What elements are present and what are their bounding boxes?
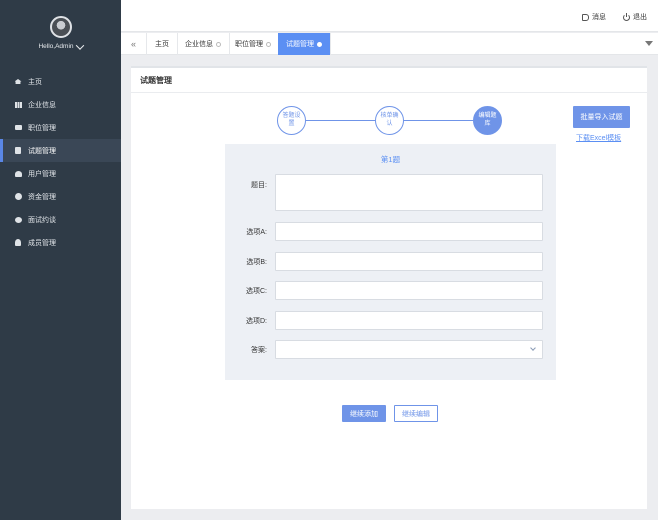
sidebar-item-label: 主页 [28, 78, 42, 86]
power-icon [623, 12, 630, 21]
sidebar-menu: 主页 企业信息 职位管理 试题管理 用户管理 资金管理 面试约谈 成员管理 [0, 70, 121, 254]
tab-label: 试题管理 [286, 41, 314, 48]
avatar[interactable] [49, 16, 72, 38]
continue-add-button[interactable]: 继续添加 [342, 405, 386, 422]
close-icon[interactable] [216, 41, 221, 47]
user-profile: Hello,Admin [0, 0, 121, 70]
logout-label: 退出 [633, 14, 647, 21]
option-a-label: 选项A: [246, 229, 267, 236]
briefcase-icon [14, 124, 22, 132]
stepper-connector [404, 120, 475, 121]
continue-edit-button[interactable]: 继续编辑 [394, 405, 438, 422]
username: Hello,Admin [38, 43, 74, 50]
home-icon [14, 78, 22, 86]
sidebar-item-company-info[interactable]: 企业信息 [0, 93, 121, 116]
logout-button[interactable]: 退出 [623, 12, 647, 22]
tab-questions[interactable]: 试题管理 [278, 33, 331, 55]
step-answer-settings[interactable]: 答题设置 [277, 106, 306, 135]
person-icon [14, 239, 22, 247]
option-a-input[interactable] [275, 222, 543, 241]
sidebar-item-label: 面试约谈 [28, 216, 56, 224]
tab-label: 企业信息 [185, 41, 213, 48]
tabs-dropdown-icon[interactable] [645, 41, 653, 46]
step-edit-bank[interactable]: 编辑题库 [473, 106, 502, 135]
download-template-link[interactable]: 下载Excel模板 [576, 133, 621, 143]
stem-label: 题目: [251, 182, 267, 189]
sidebar-item-label: 成员管理 [28, 239, 56, 247]
top-bar: 消息 退出 [121, 0, 658, 32]
main-panel: 试题管理 答题设置 核单确认 编辑题库 批量导入试题 下载Excel模板 第1题… [131, 66, 647, 509]
chevron-down-icon [530, 345, 536, 351]
sidebar-item-interviews[interactable]: 面试约谈 [0, 208, 121, 231]
question-form: 第1题 题目: 选项A: 选项B: 选项C: 选项D: 答案: [225, 144, 556, 380]
document-icon [14, 147, 22, 155]
bulk-import-button[interactable]: 批量导入试题 [573, 106, 630, 128]
user-menu[interactable]: Hello,Admin [38, 40, 84, 50]
answer-select[interactable] [275, 340, 543, 359]
stepper-connector [306, 120, 377, 121]
close-icon[interactable] [317, 41, 322, 47]
option-d-input[interactable] [275, 311, 543, 330]
question-number: 第1题 [380, 155, 401, 164]
answer-label: 答案: [251, 347, 267, 354]
option-c-input[interactable] [275, 281, 543, 300]
sidebar-item-label: 试题管理 [28, 147, 56, 155]
users-icon [14, 170, 22, 178]
sidebar: Hello,Admin 主页 企业信息 职位管理 试题管理 用户管理 资金管理 … [0, 0, 121, 520]
tab-home[interactable]: 主页 [147, 33, 178, 55]
sidebar-item-label: 资金管理 [28, 193, 56, 201]
chevron-down-icon [75, 40, 84, 50]
messages-label: 消息 [592, 14, 606, 21]
sidebar-item-jobs[interactable]: 职位管理 [0, 116, 121, 139]
close-icon[interactable] [266, 41, 271, 47]
bar-chart-icon [14, 101, 22, 109]
sidebar-item-label: 用户管理 [28, 170, 56, 178]
speaker-icon [582, 13, 589, 21]
sidebar-item-home[interactable]: 主页 [0, 70, 121, 93]
option-b-input[interactable] [275, 252, 543, 271]
tab-label: 主页 [155, 41, 169, 48]
option-d-label: 选项D: [246, 318, 267, 325]
sidebar-item-label: 企业信息 [28, 101, 56, 109]
sidebar-item-funds[interactable]: 资金管理 [0, 185, 121, 208]
coin-icon [14, 193, 22, 201]
sidebar-item-users[interactable]: 用户管理 [0, 162, 121, 185]
tab-jobs[interactable]: 职位管理 [227, 33, 280, 55]
sidebar-item-label: 职位管理 [28, 124, 56, 132]
messages-button[interactable]: 消息 [582, 12, 606, 22]
page-title: 试题管理 [131, 68, 647, 93]
sidebar-item-members[interactable]: 成员管理 [0, 231, 121, 254]
sidebar-item-questions[interactable]: 试题管理 [0, 139, 121, 162]
tab-label: 职位管理 [235, 41, 263, 48]
stem-textarea[interactable] [275, 174, 543, 211]
tab-company-info[interactable]: 企业信息 [177, 33, 230, 55]
option-c-label: 选项C: [246, 288, 267, 295]
step-confirm[interactable]: 核单确认 [375, 106, 404, 135]
chat-icon [14, 216, 22, 224]
tabs-scroll-left-icon[interactable]: « [121, 33, 147, 55]
tab-bar: « 主页 企业信息 职位管理 试题管理 [121, 33, 658, 55]
option-b-label: 选项B: [246, 259, 267, 266]
